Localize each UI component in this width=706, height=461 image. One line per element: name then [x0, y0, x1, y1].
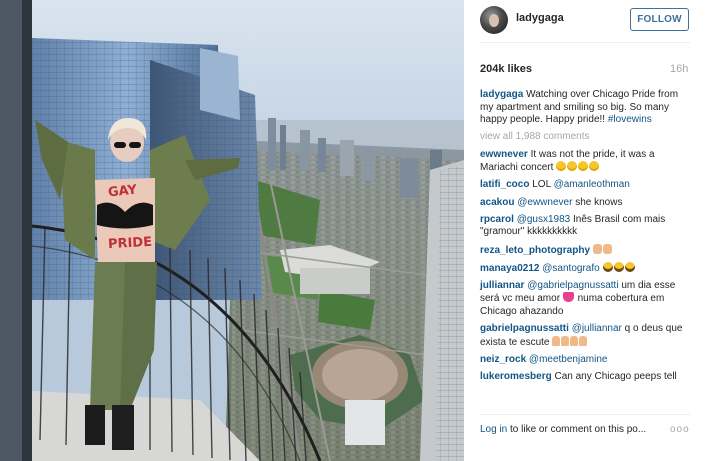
heart-emoji-group [562, 292, 575, 304]
comment-list: ladygaga Watching over Chicago Pride fro… [480, 89, 692, 388]
view-all-comments-link[interactable]: view all 1,988 comments [480, 131, 692, 144]
comment-mention[interactable]: @amanleothman [554, 179, 630, 190]
comment-rows: ewwnever It was not the pride, it was a … [480, 149, 692, 384]
hands-emoji-icon [552, 335, 561, 346]
laugh-emoji-icon [589, 161, 600, 172]
ok-emoji-group [592, 243, 613, 256]
comment-username[interactable]: gabrielpagnussatti [480, 323, 569, 334]
comment-username[interactable]: ewwnever [480, 149, 528, 160]
scream-emoji-icon [602, 261, 613, 272]
comment-row: latifi_coco LOL @amanleothman [480, 179, 692, 192]
comment-username[interactable]: neiz_rock [480, 354, 526, 365]
post-photo[interactable]: GAY PRIDE [0, 0, 464, 461]
like-count[interactable]: 204k likes [480, 63, 532, 75]
follow-button[interactable]: FOLLOW [630, 8, 689, 31]
hands-emoji-icon [570, 335, 579, 346]
post-header: ladygaga FOLLOW [464, 0, 706, 42]
comment-mention[interactable]: @gabrielpagnussatti [527, 280, 618, 291]
post-time[interactable]: 16h [670, 63, 688, 75]
body-paint-text-top: GAY [107, 182, 138, 201]
caption-hashtag[interactable]: #lovewins [608, 114, 652, 125]
comment-username[interactable]: julliannar [480, 280, 524, 291]
comment-text: LOL [529, 179, 554, 191]
login-prompt-text: to like or comment on this po... [507, 424, 647, 435]
scream-emoji-group [602, 261, 636, 274]
avatar[interactable] [480, 6, 508, 34]
footer-divider [480, 414, 690, 415]
comment-username[interactable]: manaya0212 [480, 263, 540, 274]
comment-row: manaya0212 @santografo [480, 261, 692, 276]
comment-row: acakou @ewwnever she knows [480, 197, 692, 210]
ok-emoji-icon [602, 243, 612, 254]
comment-text-after: she knows [572, 196, 623, 208]
body-paint-text-bottom: PRIDE [107, 234, 153, 253]
post-image [0, 0, 464, 461]
comment-mention[interactable]: @julliannar [572, 323, 622, 334]
more-options-icon[interactable]: ooo [670, 424, 690, 435]
comment-row: julliannar @gabrielpagnussatti um dia es… [480, 280, 692, 319]
caption: ladygaga Watching over Chicago Pride fro… [480, 89, 692, 127]
heart-emoji-icon [562, 292, 574, 303]
hands-emoji-icon [579, 335, 588, 346]
laugh-emoji-icon [556, 161, 567, 172]
comment-row: gabrielpagnussatti @julliannar q o deus … [480, 323, 692, 349]
comment-row: reza_leto_photography [480, 243, 692, 258]
header-divider [480, 42, 690, 43]
caption-username[interactable]: ladygaga [480, 89, 523, 100]
comment-mention[interactable]: @gusx1983 [517, 214, 571, 225]
comment-text: Can any Chicago peeps tell [551, 371, 677, 383]
post-sidebar: ladygaga FOLLOW 204k likes 16h ladygaga … [464, 0, 706, 461]
comment-username[interactable]: rpcarol [480, 214, 514, 225]
comment-mention[interactable]: @meetbenjamine [529, 354, 608, 365]
laugh-emoji-icon [578, 161, 589, 172]
laugh-emoji-group [556, 161, 600, 173]
login-link[interactable]: Log in [480, 424, 507, 435]
comment-row: lukeromesberg Can any Chicago peeps tell [480, 371, 692, 384]
laugh-emoji-icon [567, 161, 578, 172]
comment-username[interactable]: lukeromesberg [480, 371, 552, 382]
avatar-face [489, 14, 499, 27]
comment-username[interactable]: reza_leto_photography [480, 245, 590, 256]
post-username[interactable]: ladygaga [516, 12, 564, 24]
hands-emoji-group [552, 335, 588, 348]
scream-emoji-icon [624, 261, 635, 272]
comment-mention[interactable]: @ewwnever [517, 197, 572, 208]
comment-username[interactable]: acakou [480, 197, 514, 208]
comment-row: neiz_rock @meetbenjamine [480, 354, 692, 367]
comment-row: rpcarol @gusx1983 Inês Brasil com mais "… [480, 214, 692, 239]
comment-row: ewwnever It was not the pride, it was a … [480, 149, 692, 175]
comment-username[interactable]: latifi_coco [480, 179, 529, 190]
ok-emoji-icon [592, 243, 602, 254]
login-prompt: Log in to like or comment on this po... [480, 424, 646, 435]
hands-emoji-icon [561, 335, 570, 346]
scream-emoji-icon [613, 261, 624, 272]
comment-mention[interactable]: @santografo [542, 263, 599, 274]
